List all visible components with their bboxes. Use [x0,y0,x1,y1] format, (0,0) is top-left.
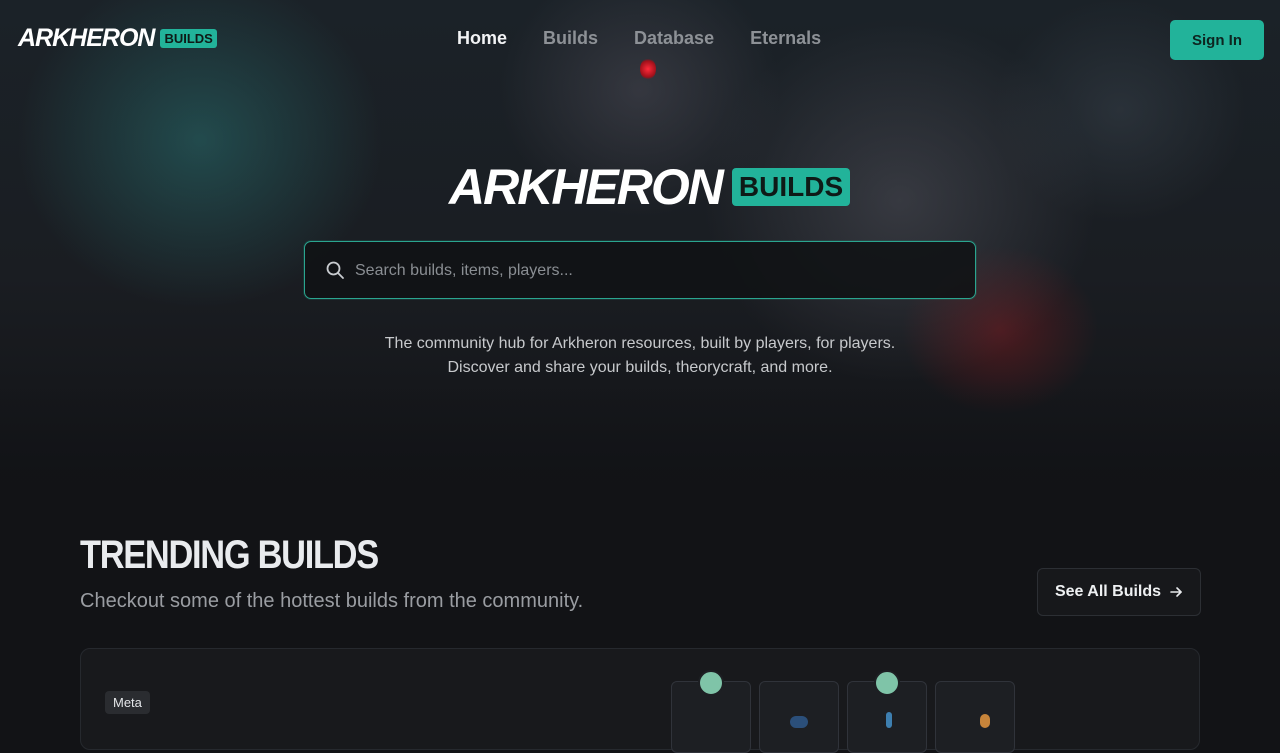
trending-title: TRENDING BUILDS [80,533,379,577]
build-item-slot[interactable] [759,681,839,753]
tagline-line-2: Discover and share your builds, theorycr… [447,359,833,376]
hero-tagline: The community hub for Arkheron resources… [340,332,940,380]
search-icon [326,261,344,279]
build-item-slot[interactable] [847,670,927,753]
nav-link-eternals[interactable]: Eternals [750,28,821,49]
logo-badge: BUILDS [160,29,217,48]
build-item-slot[interactable] [935,681,1015,753]
eternal-icon [874,670,900,696]
logo-wordmark: ARKHERON [18,24,155,52]
build-tag-badge: Meta [105,691,150,714]
item-icon [980,714,990,728]
nav-links: Home Builds Database Eternals [457,28,821,49]
search-input[interactable] [353,242,957,300]
hero-logo: ARKHERON BUILDS [449,158,851,216]
build-item-slot[interactable] [671,670,751,753]
hero-logo-badge: BUILDS [731,168,851,206]
item-icon [790,716,808,728]
item-icon [886,712,892,728]
see-all-builds-button[interactable]: See All Builds [1037,568,1201,616]
top-nav: ARKHERON BUILDS Home Builds Database Ete… [0,0,1280,80]
hero-fade [0,380,1280,520]
nav-link-home[interactable]: Home [457,28,507,49]
tagline-line-1: The community hub for Arkheron resources… [384,335,896,352]
see-all-label: See All Builds [1054,583,1162,600]
site-logo[interactable]: ARKHERON BUILDS [18,24,217,53]
nav-link-database[interactable]: Database [634,28,714,49]
build-card[interactable]: Meta [80,648,1200,753]
sign-in-button[interactable]: Sign In [1170,20,1264,60]
trending-subtitle: Checkout some of the hottest builds from… [80,590,584,612]
hero-logo-wordmark: ARKHERON [449,159,724,215]
eternal-icon [698,670,724,696]
arrow-right-icon [1170,587,1182,597]
search-bar[interactable] [304,241,976,300]
nav-link-builds[interactable]: Builds [543,28,598,49]
